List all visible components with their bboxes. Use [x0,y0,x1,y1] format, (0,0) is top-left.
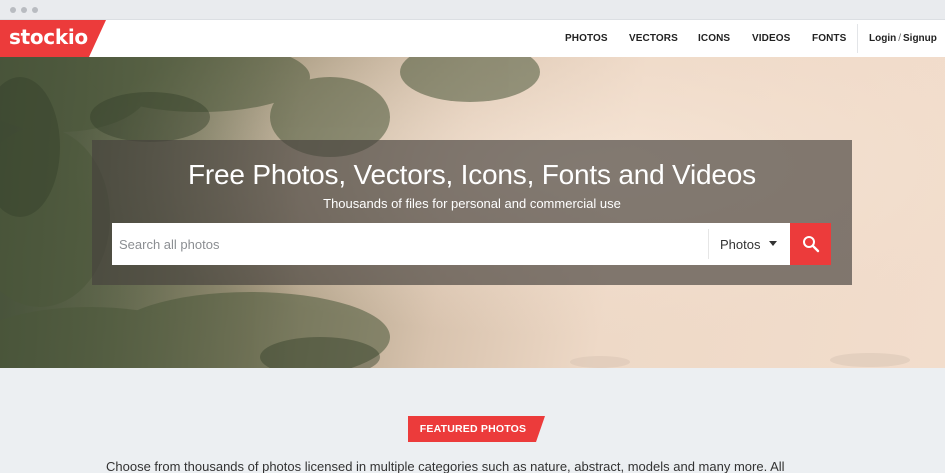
hero-title: Free Photos, Vectors, Icons, Fonts and V… [188,159,756,190]
chevron-down-icon [769,241,777,246]
window-close-dot[interactable] [10,7,16,13]
nav-photos[interactable]: PHOTOS [565,33,608,44]
nav-fonts[interactable]: FONTS [812,33,846,44]
hero-subtitle: Thousands of files for personal and comm… [323,196,621,211]
logo[interactable]: stockio [0,20,106,57]
auth-links: Login / Signup [869,33,937,44]
featured-description: Choose from thousands of photos licensed… [106,459,785,473]
featured-photos-label: FEATURED PHOTOS [419,423,527,435]
search-bar: Photos [112,223,831,265]
featured-section: FEATURED PHOTOS Choose from thousands of… [0,368,945,473]
search-category-label: Photos [720,237,761,252]
hero-banner: Free Photos, Vectors, Icons, Fonts and V… [0,57,945,368]
nav-vectors[interactable]: VECTORS [629,33,678,44]
nav-videos[interactable]: VIDEOS [752,33,790,44]
search-button[interactable] [790,223,831,265]
browser-window: stockio PHOTOS VECTORS ICONS VIDEOS FONT… [0,0,945,473]
search-icon [803,236,820,253]
nav-divider [857,24,858,53]
signup-link[interactable]: Signup [903,33,937,44]
logo-text: stockio [9,25,88,49]
top-navbar: stockio PHOTOS VECTORS ICONS VIDEOS FONT… [0,20,945,57]
featured-photos-badge[interactable]: FEATURED PHOTOS [408,416,545,442]
search-category-select[interactable]: Photos [709,223,790,265]
hero-panel: Free Photos, Vectors, Icons, Fonts and V… [92,140,852,285]
login-link[interactable]: Login [869,33,896,44]
auth-separator: / [898,33,901,44]
search-input[interactable] [112,223,708,265]
window-minimize-dot[interactable] [21,7,27,13]
nav-icons[interactable]: ICONS [698,33,730,44]
browser-chrome [0,0,945,20]
window-maximize-dot[interactable] [32,7,38,13]
